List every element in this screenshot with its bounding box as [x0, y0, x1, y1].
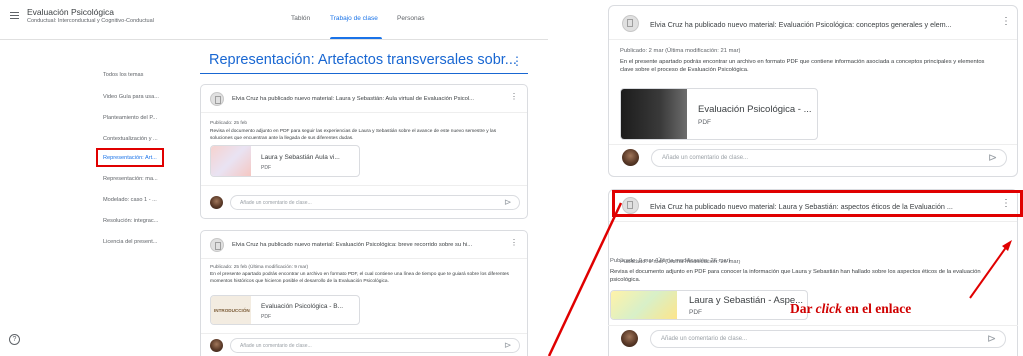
red-arrow-line — [547, 202, 623, 356]
annotation-text: Dar click en el enlace — [790, 301, 912, 316]
red-arrow-line — [969, 245, 1008, 299]
